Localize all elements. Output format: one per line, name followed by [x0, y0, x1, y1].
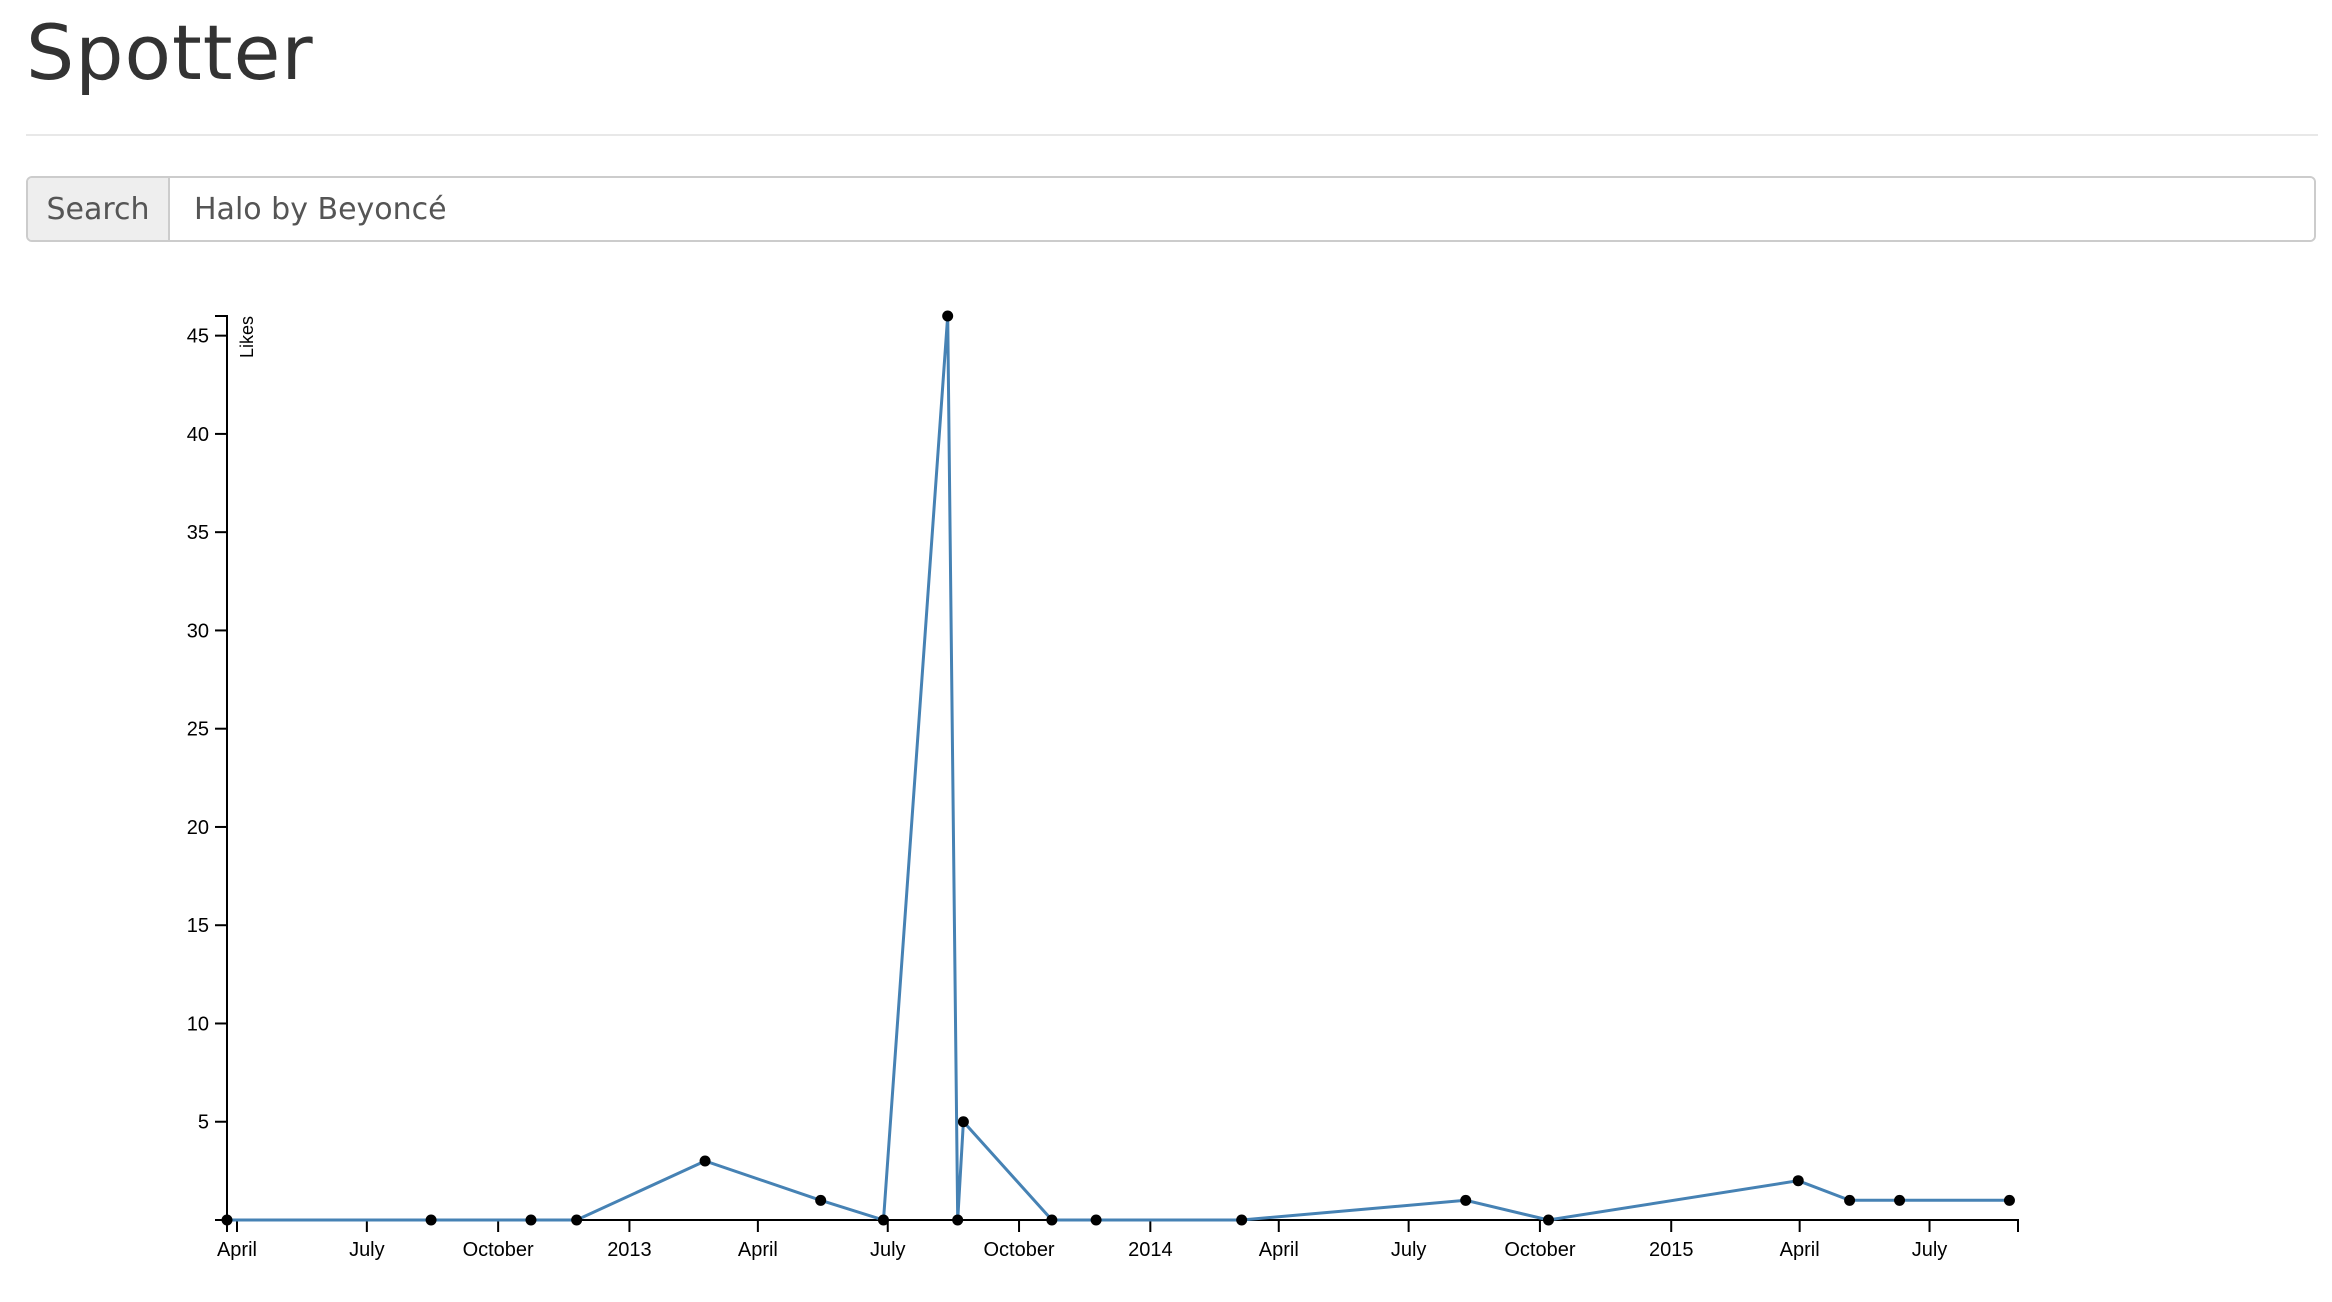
x-tick-label: 2014: [1128, 1239, 1173, 1261]
x-tick-label: April: [1780, 1239, 1820, 1261]
y-tick-label: 30: [187, 620, 209, 642]
y-axis: 5 10 15 20 25 30 35 40 45: [187, 315, 228, 1221]
y-axis-title: Likes: [237, 316, 257, 358]
y-tick-label: 35: [187, 522, 209, 544]
data-point: [425, 1214, 437, 1226]
x-tick-label: April: [217, 1239, 257, 1261]
data-point: [1460, 1194, 1472, 1206]
x-axis-line: [226, 1219, 2019, 1232]
y-tick-label: 40: [187, 424, 209, 446]
data-point: [1844, 1194, 1856, 1206]
data-point: [952, 1214, 964, 1226]
x-tick-label: July: [349, 1239, 385, 1261]
data-point: [221, 1214, 233, 1226]
x-tick-label: October: [983, 1239, 1054, 1261]
data-point: [571, 1214, 583, 1226]
x-tick-label: April: [738, 1239, 778, 1261]
data-point: [877, 1214, 889, 1226]
x-tick-label: 2013: [607, 1239, 652, 1261]
data-point: [942, 310, 954, 322]
y-tick-label: 10: [187, 1013, 209, 1035]
y-tick-label: 5: [198, 1112, 209, 1134]
data-point: [957, 1116, 969, 1128]
data-point: [699, 1155, 711, 1167]
x-tick-label: October: [463, 1239, 534, 1261]
x-tick-label: July: [870, 1239, 906, 1261]
likes-line-chart: 51015202530354045 April July October 2013 Ap…: [187, 310, 2019, 1261]
data-point: [1236, 1214, 1248, 1226]
data-point: [815, 1194, 827, 1206]
data-point: [1046, 1214, 1058, 1226]
y-axis-line: [215, 315, 228, 1221]
y-tick-label: 20: [187, 817, 209, 839]
series-line: [227, 315, 2010, 1222]
y-tick-label: 25: [187, 719, 209, 741]
data-point: [2003, 1194, 2015, 1206]
y-tick-label: 15: [187, 915, 209, 937]
x-tick-label: July: [1391, 1239, 1427, 1261]
x-tick-label: 2015: [1649, 1239, 1694, 1261]
series-layer: [221, 310, 2015, 1226]
data-point: [1894, 1194, 1906, 1206]
x-tick-label: July: [1912, 1239, 1948, 1261]
data-point: [525, 1214, 537, 1226]
data-point: [1090, 1214, 1102, 1226]
x-tick-label: October: [1504, 1239, 1575, 1261]
data-point: [1542, 1214, 1554, 1226]
data-point: [1792, 1175, 1804, 1187]
x-axis: April July October 2013 April July October 2014…: [217, 1219, 2019, 1261]
y-tick-label: 45: [187, 326, 209, 348]
x-tick-label: April: [1259, 1239, 1299, 1261]
